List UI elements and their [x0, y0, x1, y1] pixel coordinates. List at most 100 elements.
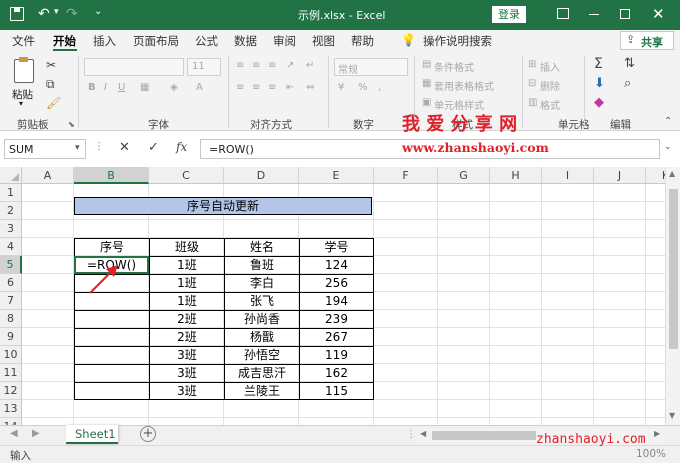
row-header-12[interactable]: 12 [0, 382, 22, 400]
fill-icon[interactable]: ⬇ [594, 76, 605, 91]
tab-help[interactable]: 帮助 [351, 33, 374, 49]
column-header-c[interactable]: C [149, 167, 224, 184]
tab-splitter-icon[interactable]: ⋮ [406, 429, 416, 440]
row-header-10[interactable]: 10 [0, 346, 22, 364]
name-box[interactable]: SUM ▾ [4, 139, 86, 159]
share-button[interactable]: ⇪ 共享 [620, 31, 674, 50]
table-cell[interactable]: 194 [299, 292, 374, 310]
table-cell[interactable]: 119 [299, 346, 374, 364]
table-cell[interactable]: 孙尚香 [224, 310, 299, 328]
formula-bar-splitter-icon[interactable]: ⋮ [94, 141, 104, 152]
prev-sheet-icon[interactable]: ◀ [10, 428, 18, 439]
table-cell[interactable]: 成吉思汗 [224, 364, 299, 382]
table-cell[interactable]: 115 [299, 382, 374, 400]
select-all-corner[interactable] [0, 167, 22, 184]
row-header-14[interactable]: 14 [0, 418, 22, 425]
table-header-cell[interactable]: 班级 [149, 238, 224, 256]
scroll-left-icon[interactable]: ◀ [420, 429, 426, 438]
column-header-i[interactable]: I [542, 167, 594, 184]
column-header-j[interactable]: J [594, 167, 646, 184]
table-cell[interactable]: 256 [299, 274, 374, 292]
table-cell[interactable]: 张飞 [224, 292, 299, 310]
insert-function-button[interactable]: fx [176, 140, 187, 154]
cancel-entry-icon[interactable]: ✕ [119, 140, 130, 155]
table-cell[interactable]: 2班 [149, 310, 224, 328]
row-header-3[interactable]: 3 [0, 220, 22, 238]
expand-formula-bar-icon[interactable]: ⌄ [664, 142, 672, 152]
table-cell[interactable] [74, 328, 149, 346]
customize-qat-icon[interactable]: ⌄ [94, 6, 102, 17]
clear-icon[interactable]: ◆ [594, 95, 604, 110]
login-button[interactable]: 登录 [492, 6, 526, 23]
format-painter-icon[interactable]: 🖌 [46, 96, 61, 110]
table-cell[interactable]: 3班 [149, 364, 224, 382]
row-header-2[interactable]: 2 [0, 202, 22, 220]
scroll-up-icon[interactable]: ▲ [669, 169, 675, 178]
table-cell[interactable]: 124 [299, 256, 374, 274]
scroll-right-icon[interactable]: ▶ [654, 429, 660, 438]
paste-dropdown-icon[interactable]: ▾ [19, 99, 23, 108]
table-cell[interactable]: 李白 [224, 274, 299, 292]
column-header-a[interactable]: A [22, 167, 74, 184]
table-cell[interactable]: 239 [299, 310, 374, 328]
column-header-d[interactable]: D [224, 167, 299, 184]
close-button[interactable]: ✕ [652, 5, 665, 23]
table-cell[interactable]: 1班 [149, 256, 224, 274]
dialog-launcher-icon[interactable]: ⬊ [68, 120, 75, 129]
tab-formulas[interactable]: 公式 [195, 33, 218, 49]
tab-data[interactable]: 数据 [234, 33, 257, 49]
sheet-tab-sheet1[interactable]: Sheet1 [66, 425, 118, 444]
name-box-dropdown-icon[interactable]: ▾ [75, 143, 80, 153]
table-cell[interactable]: 兰陵王 [224, 382, 299, 400]
row-header-5[interactable]: 5 [0, 256, 22, 274]
tab-page-layout[interactable]: 页面布局 [133, 33, 179, 49]
tab-home[interactable]: 开始 [53, 33, 76, 49]
table-header-cell[interactable]: 序号 [74, 238, 149, 256]
table-cell[interactable]: 孙悟空 [224, 346, 299, 364]
table-cell[interactable]: 2班 [149, 328, 224, 346]
table-cell[interactable] [74, 310, 149, 328]
next-sheet-icon[interactable]: ▶ [32, 428, 40, 439]
tab-file[interactable]: 文件 [12, 33, 35, 49]
vertical-scrollbar[interactable]: ▲ ▼ [665, 167, 680, 425]
autosum-icon[interactable]: Σ [594, 56, 603, 72]
row-header-7[interactable]: 7 [0, 292, 22, 310]
paste-icon[interactable] [14, 57, 34, 83]
table-cell[interactable]: 267 [299, 328, 374, 346]
column-header-g[interactable]: G [438, 167, 490, 184]
save-icon[interactable] [10, 7, 24, 21]
table-cell[interactable]: 1班 [149, 274, 224, 292]
tell-me-search[interactable]: 操作说明搜索 [423, 33, 492, 49]
worksheet-grid[interactable]: ABCDEFGHIJK 1234567891011121314 序号自动更新 序… [0, 167, 680, 425]
table-header-cell[interactable]: 姓名 [224, 238, 299, 256]
maximize-button[interactable] [620, 9, 630, 19]
undo-dropdown-icon[interactable]: ▾ [54, 7, 59, 17]
table-cell[interactable]: 3班 [149, 346, 224, 364]
vertical-scroll-thumb[interactable] [669, 189, 678, 349]
column-header-f[interactable]: F [374, 167, 438, 184]
column-header-b[interactable]: B [74, 167, 149, 184]
cut-icon[interactable]: ✂ [46, 58, 56, 72]
confirm-entry-icon[interactable]: ✓ [148, 140, 159, 155]
table-title[interactable]: 序号自动更新 [74, 197, 372, 215]
row-header-9[interactable]: 9 [0, 328, 22, 346]
row-header-11[interactable]: 11 [0, 364, 22, 382]
tab-review[interactable]: 审阅 [273, 33, 296, 49]
sort-filter-icon[interactable]: ⇅ [624, 56, 635, 71]
copy-icon[interactable]: ⧉ [46, 77, 55, 92]
zoom-level[interactable]: 100% [636, 448, 666, 460]
tab-view[interactable]: 视图 [312, 33, 335, 49]
tab-insert[interactable]: 插入 [93, 33, 116, 49]
add-sheet-icon[interactable]: + [140, 426, 156, 442]
table-cell[interactable] [74, 346, 149, 364]
table-cell[interactable]: 3班 [149, 382, 224, 400]
find-select-icon[interactable]: ⌕ [624, 76, 631, 91]
ribbon-display-icon[interactable] [557, 8, 569, 19]
table-cell[interactable]: 杨戬 [224, 328, 299, 346]
column-header-e[interactable]: E [299, 167, 374, 184]
horizontal-scroll-thumb[interactable] [432, 431, 536, 440]
table-header-cell[interactable]: 学号 [299, 238, 374, 256]
table-cell[interactable]: 1班 [149, 292, 224, 310]
row-header-6[interactable]: 6 [0, 274, 22, 292]
undo-icon[interactable]: ↶ [38, 6, 50, 22]
